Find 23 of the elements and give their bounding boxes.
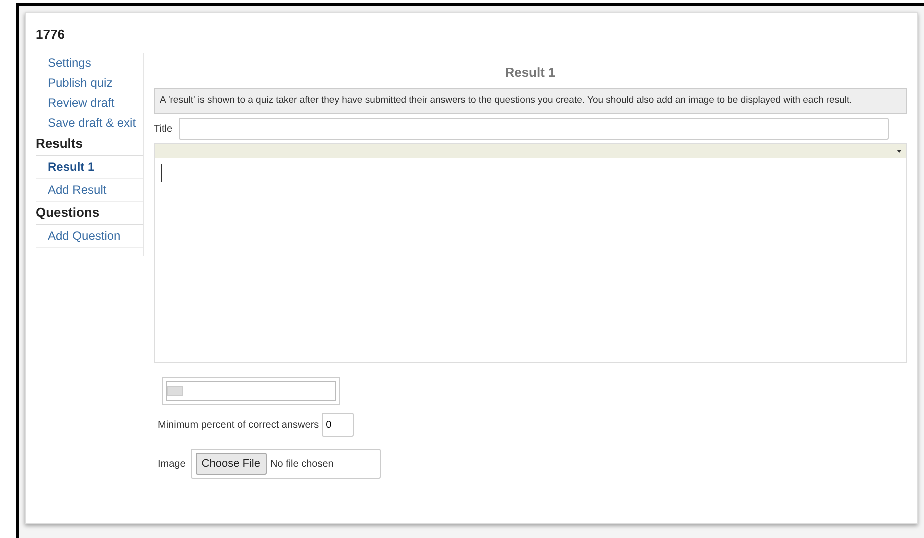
- choose-file-button[interactable]: Choose File: [196, 453, 266, 476]
- quiz-title: 1776: [36, 26, 66, 44]
- file-field[interactable]: Choose File No file chosen: [190, 449, 381, 480]
- sidebar-link[interactable]: Save draft & exit: [36, 112, 143, 132]
- sidebar-item[interactable]: Result 1: [36, 156, 143, 178]
- sidebar-item[interactable]: Add Result: [36, 178, 143, 202]
- section-heading: Results: [36, 132, 143, 156]
- slider-track[interactable]: [166, 381, 336, 402]
- sidebar-link[interactable]: Review draft: [36, 92, 143, 112]
- info-banner: A 'result' is shown to a quiz taker after they have submitted their answers to the questions you create. You should also add an image to be displayed with each result.: [154, 88, 907, 114]
- title-field[interactable]: [178, 118, 889, 140]
- file-status: No file chosen: [270, 458, 334, 472]
- title-label: Title: [154, 122, 173, 137]
- min-percent-field[interactable]: 0: [322, 413, 354, 438]
- sidebar-link[interactable]: Settings: [36, 52, 143, 72]
- image-label: Image: [158, 458, 186, 472]
- slider-handle[interactable]: [167, 386, 183, 396]
- sidebar-item[interactable]: Add Question: [36, 224, 143, 248]
- result-heading: Result 1: [504, 64, 557, 82]
- dropdown-icon[interactable]: [897, 150, 902, 153]
- min-percent-label: Minimum percent of correct answers: [158, 418, 320, 433]
- section-heading: Questions: [36, 202, 143, 224]
- sidebar-link[interactable]: Publish quiz: [36, 72, 143, 92]
